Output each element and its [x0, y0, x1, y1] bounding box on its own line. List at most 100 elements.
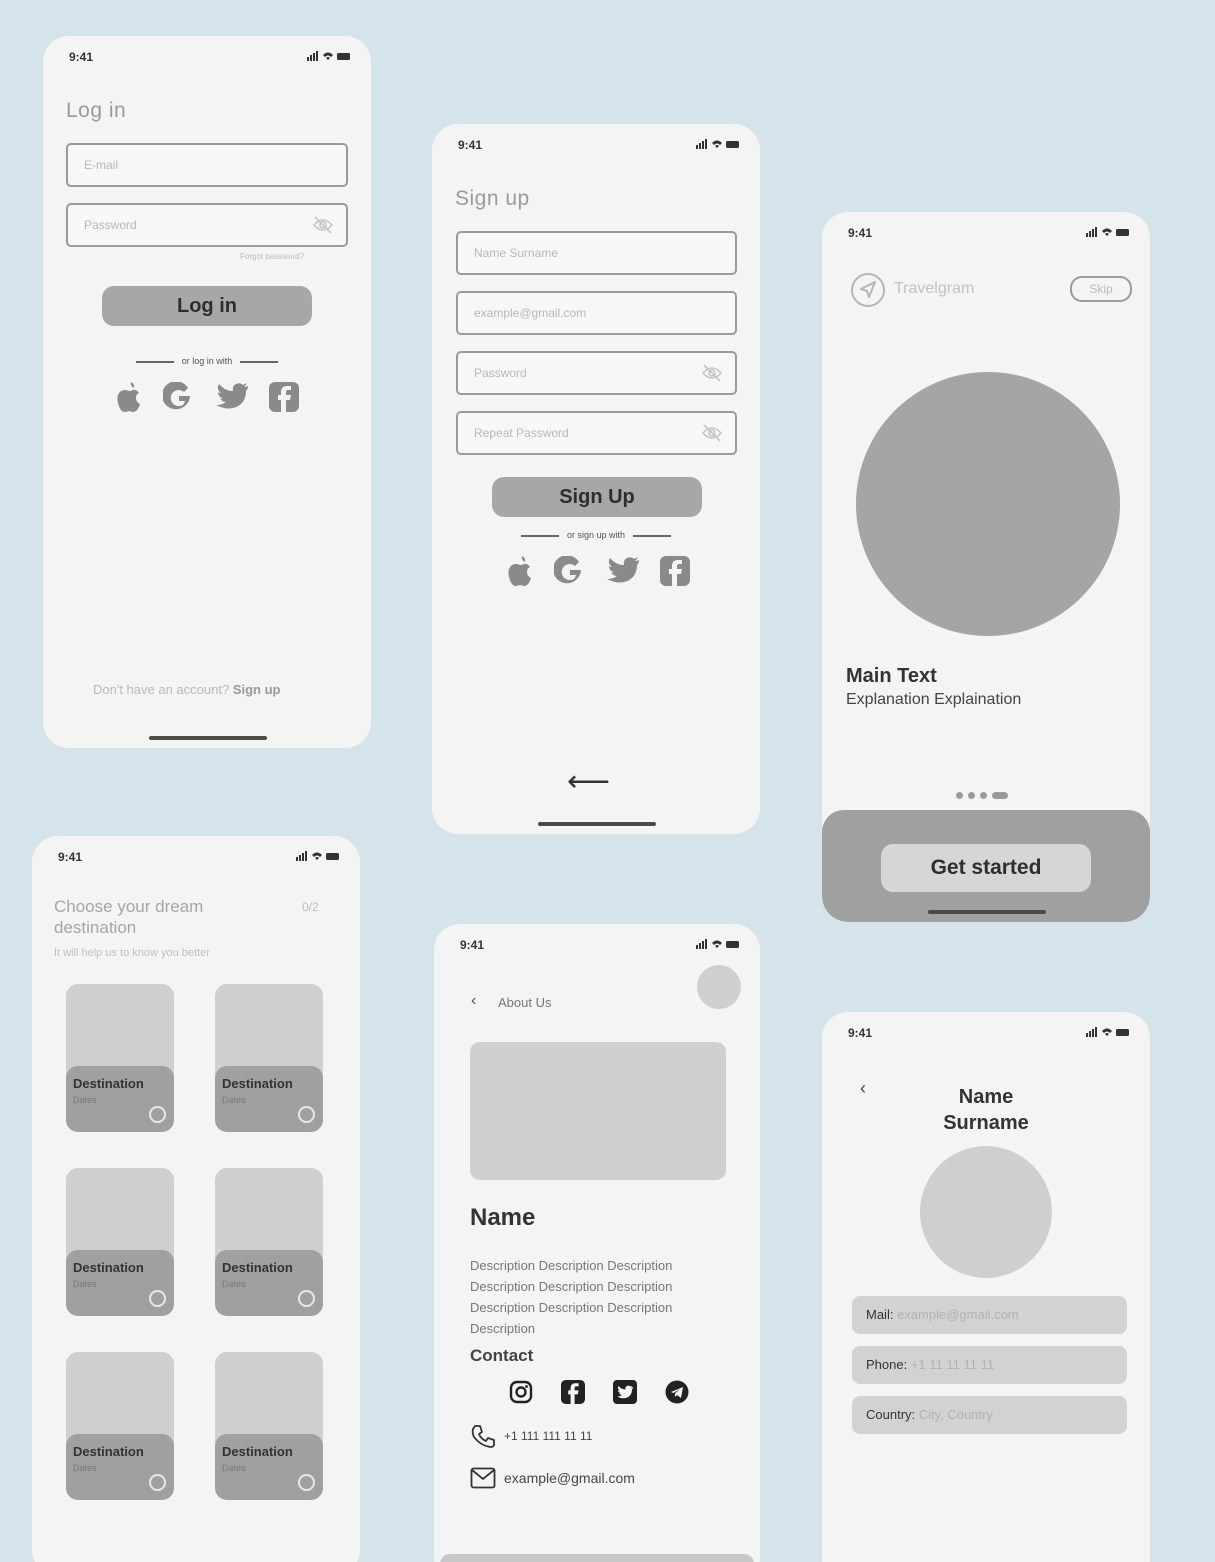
- facebook-icon[interactable]: [561, 1380, 585, 1404]
- contact-title: Contact: [470, 1346, 534, 1365]
- profile-screen: 9:41 ‹ Name Surname Mail: example@gmail.…: [822, 1012, 1150, 1562]
- password-field[interactable]: Password: [66, 203, 348, 247]
- home-indicator: [149, 736, 267, 740]
- country-value: City, Country: [918, 1407, 993, 1422]
- page-subtitle: It will help us to know you better: [54, 947, 210, 959]
- page-dot: [980, 792, 987, 799]
- mail-value: example@gmail.com: [897, 1307, 1019, 1322]
- destination-card[interactable]: Destination Dates: [66, 984, 174, 1132]
- destination-card[interactable]: Destination Dates: [215, 1168, 323, 1316]
- skip-button[interactable]: Skip: [1070, 276, 1132, 302]
- page-title: About Us: [498, 995, 552, 1010]
- back-chevron-icon[interactable]: ‹: [471, 992, 476, 1010]
- country-field[interactable]: Country: City, Country: [852, 1396, 1127, 1434]
- description-text: Description Description Description Desc…: [470, 1258, 673, 1336]
- destination-card[interactable]: Destination Dates: [66, 1168, 174, 1316]
- onboarding-screen: 9:41 Travelgram Skip Main Text Explanati…: [822, 212, 1150, 922]
- destination-dates: Dates: [222, 1095, 246, 1105]
- status-time: 9:41: [848, 226, 873, 240]
- twitter-icon[interactable]: [215, 382, 249, 414]
- heart-icon[interactable]: [149, 1106, 166, 1123]
- twitter-icon[interactable]: [613, 1380, 637, 1404]
- signup-link[interactable]: Sign up: [233, 682, 281, 697]
- name-field[interactable]: Name Surname: [456, 231, 737, 275]
- email-field[interactable]: example@gmail.com: [456, 291, 737, 335]
- profile-name: Name: [470, 1204, 536, 1231]
- phone-value: +1 11 11 11 11: [910, 1357, 995, 1372]
- destination-dates: Dates: [73, 1095, 97, 1105]
- repeat-password-placeholder: Repeat Password: [474, 426, 569, 440]
- heart-icon[interactable]: [149, 1290, 166, 1307]
- destination-card-footer: Destination Dates: [215, 1250, 323, 1316]
- heart-icon[interactable]: [298, 1474, 315, 1491]
- password-field[interactable]: Password: [456, 351, 737, 395]
- home-indicator: [928, 910, 1046, 914]
- country-label: Country:: [866, 1407, 916, 1422]
- heart-icon[interactable]: [298, 1290, 315, 1307]
- contact-email[interactable]: example@gmail.com: [504, 1470, 635, 1486]
- destination-card-footer: Destination Dates: [66, 1250, 174, 1316]
- email-placeholder: E-mail: [84, 158, 119, 172]
- page-dot-active: [992, 792, 1008, 799]
- email-field[interactable]: E-mail: [66, 143, 348, 187]
- twitter-icon[interactable]: [606, 556, 640, 588]
- destination-card[interactable]: Destination Dates: [215, 1352, 323, 1500]
- profile-name: Name Surname: [943, 1086, 1029, 1134]
- heart-icon[interactable]: [149, 1474, 166, 1491]
- repeat-password-field[interactable]: Repeat Password: [456, 411, 737, 455]
- password-placeholder: Password: [84, 218, 137, 232]
- facebook-icon[interactable]: [660, 556, 690, 588]
- login-button[interactable]: Log in: [102, 286, 312, 326]
- back-chevron-icon[interactable]: ‹: [860, 1078, 866, 1099]
- get-started-button[interactable]: Get started: [881, 844, 1091, 892]
- status-time: 9:41: [848, 1026, 873, 1040]
- back-arrow-icon[interactable]: ⟵: [567, 764, 610, 799]
- instagram-icon[interactable]: [509, 1380, 533, 1404]
- apple-icon[interactable]: [506, 556, 534, 588]
- signal-wifi-battery-icon: [696, 138, 740, 152]
- signal-wifi-battery-icon: [1086, 226, 1130, 240]
- eye-off-icon[interactable]: [701, 423, 723, 448]
- destination-screen: 9:41 Choose your dream destination 0/2 I…: [32, 836, 360, 1562]
- cover-image-placeholder: [470, 1042, 726, 1180]
- contact-phone[interactable]: +1 111 111 11 11: [504, 1429, 592, 1443]
- destination-card[interactable]: Destination Dates: [66, 1352, 174, 1500]
- google-icon[interactable]: [554, 556, 586, 588]
- status-bar: 9:41: [434, 934, 760, 954]
- eye-off-icon[interactable]: [312, 215, 334, 240]
- destination-card[interactable]: Destination Dates: [215, 984, 323, 1132]
- signup-screen: 9:41 Sign up Name Surname example@gmail.…: [432, 124, 760, 834]
- destination-name: Destination: [222, 1260, 293, 1275]
- page-dot: [956, 792, 963, 799]
- google-icon[interactable]: [163, 382, 195, 414]
- status-bar: 9:41: [822, 1022, 1150, 1042]
- destination-name: Destination: [73, 1260, 144, 1275]
- destination-name: Destination: [73, 1076, 144, 1091]
- heart-icon[interactable]: [298, 1106, 315, 1123]
- facebook-icon[interactable]: [269, 382, 299, 414]
- apple-icon[interactable]: [115, 382, 143, 414]
- mail-field[interactable]: Mail: example@gmail.com: [852, 1296, 1127, 1334]
- password-placeholder: Password: [474, 366, 527, 380]
- brand-logo-icon: [850, 272, 886, 313]
- signal-wifi-battery-icon: [307, 50, 351, 64]
- name-placeholder: Name Surname: [474, 246, 559, 260]
- signal-wifi-battery-icon: [1086, 1026, 1130, 1040]
- telegram-icon[interactable]: [665, 1380, 689, 1404]
- forgot-password-link[interactable]: Forgot password?: [240, 252, 304, 261]
- mail-icon: [470, 1467, 496, 1494]
- eye-off-icon[interactable]: [701, 363, 723, 388]
- avatar[interactable]: [697, 965, 741, 1009]
- phone-field[interactable]: Phone: +1 11 11 11 11: [852, 1346, 1127, 1384]
- explanation-text: Explanation Explaination: [846, 691, 1022, 708]
- destination-card-footer: Destination Dates: [66, 1066, 174, 1132]
- signup-button[interactable]: Sign Up: [492, 477, 702, 517]
- destination-name: Destination: [73, 1444, 144, 1459]
- signup-prompt: Don't have an account? Sign up: [93, 682, 280, 697]
- social-login-row: [115, 382, 299, 414]
- destination-name: Destination: [222, 1076, 293, 1091]
- page-title: Sign up: [455, 187, 530, 210]
- social-signup-row: [506, 556, 690, 588]
- destination-card-footer: Destination Dates: [215, 1434, 323, 1500]
- status-time: 9:41: [69, 50, 94, 64]
